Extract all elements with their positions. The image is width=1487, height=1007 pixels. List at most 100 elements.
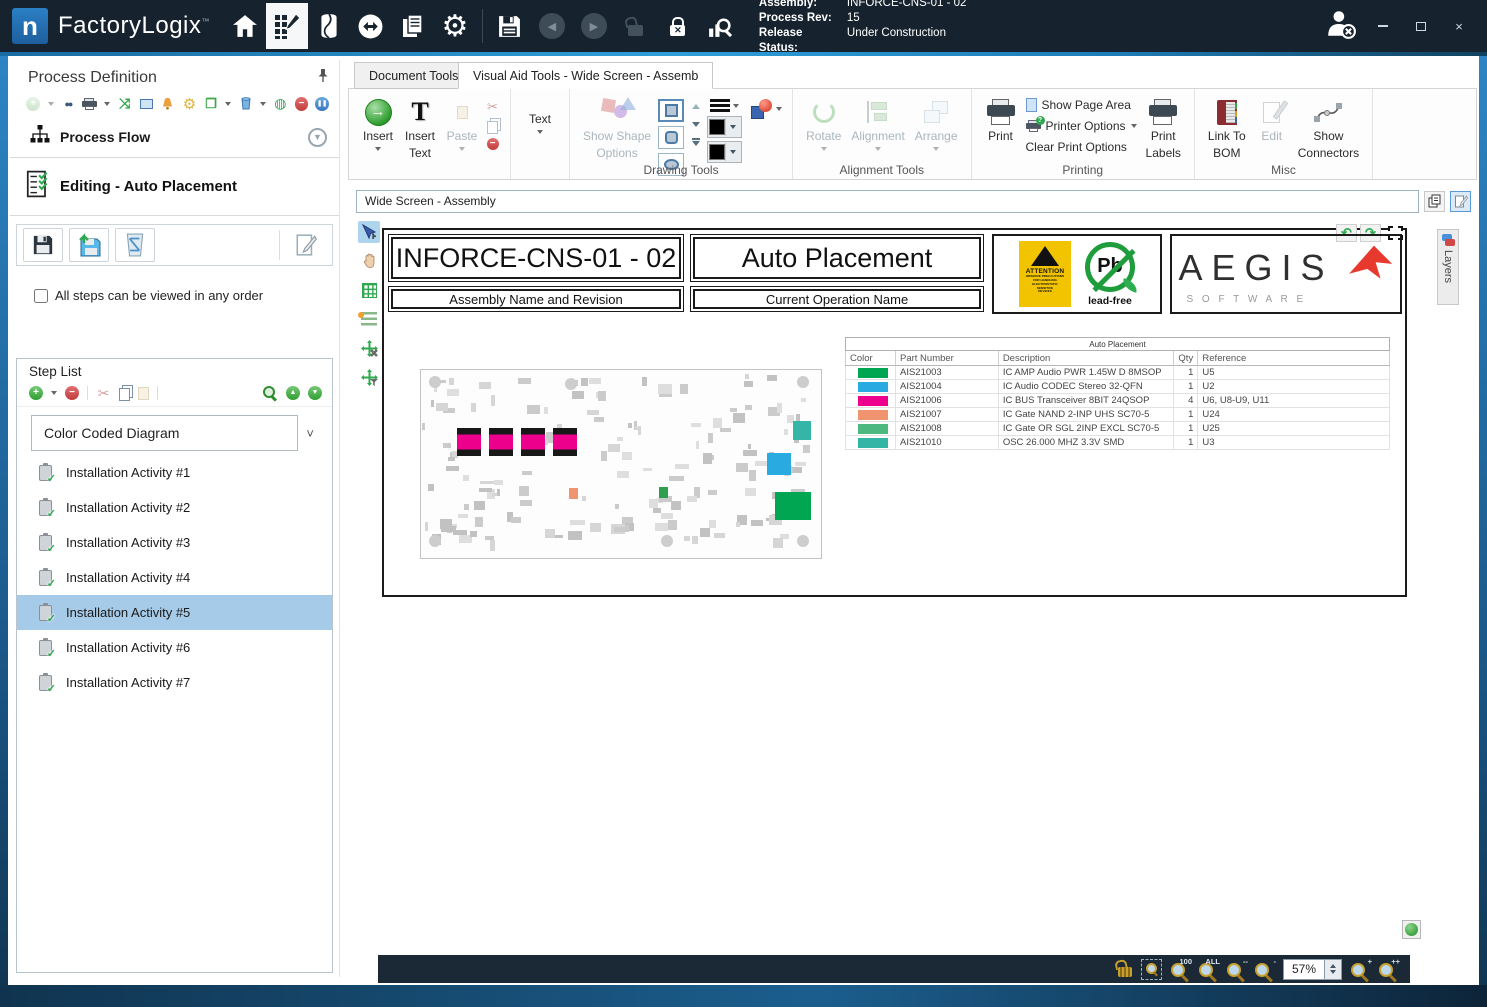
settings-gear-icon[interactable]: ⚙ (434, 3, 476, 49)
zoom-spinner-arrows[interactable] (1325, 959, 1342, 980)
grid-tool-icon[interactable] (358, 279, 380, 301)
shape-style-dropdown[interactable] (750, 99, 782, 119)
maximize-button[interactable] (1409, 16, 1433, 36)
step-list-item[interactable]: Installation Activity #2 (17, 490, 332, 525)
zoom-level-spinner[interactable]: 57% (1283, 959, 1342, 980)
pin-icon[interactable] (317, 68, 329, 88)
insert-button[interactable]: → Insert (357, 95, 399, 153)
rounded-rectangle-shape-button[interactable] (658, 126, 684, 149)
select-move-tool-icon[interactable] (358, 221, 380, 243)
materials-icon[interactable] (308, 3, 350, 49)
pcb-component (470, 531, 477, 538)
show-connectors-button[interactable]: ShowConnectors (1293, 95, 1364, 163)
step-list-item[interactable]: Installation Activity #1 (17, 455, 332, 490)
scroll-down-icon[interactable] (688, 117, 703, 131)
save-step-button[interactable] (23, 228, 63, 262)
zoom-100-icon[interactable]: 100 (1171, 960, 1190, 979)
lock-close-icon[interactable]: ✕ (657, 3, 699, 49)
move-down-icon[interactable]: ▼ (308, 386, 322, 400)
zoom-out-icon[interactable]: - (1255, 960, 1274, 979)
add-step-caret-icon[interactable] (51, 391, 57, 395)
layout-list-tool-icon[interactable] (358, 308, 380, 330)
user-logout-icon[interactable] (1325, 8, 1357, 45)
step-list-item[interactable]: Installation Activity #7 (17, 665, 332, 700)
image-export-caret-icon[interactable] (225, 102, 231, 106)
step-type-dropdown[interactable]: Color Coded Diagram (31, 415, 298, 451)
print-labels-button[interactable]: PrintLabels (1141, 95, 1186, 163)
show-page-area-button[interactable]: Show Page Area (1024, 97, 1133, 113)
print-caret-icon[interactable] (104, 102, 110, 106)
remove-icon[interactable]: − (295, 97, 309, 111)
bell-icon[interactable] (161, 96, 176, 111)
remove-step-icon[interactable]: − (65, 386, 79, 400)
minimize-button[interactable] (1371, 16, 1395, 36)
clear-print-options-button[interactable]: Clear Print Options (1024, 139, 1129, 155)
documents-icon[interactable] (392, 3, 434, 49)
move-cancel-tool-icon[interactable] (358, 337, 380, 359)
close-button[interactable]: × (1447, 16, 1471, 36)
step-list-item[interactable]: Installation Activity #5 (17, 595, 332, 630)
zoom-in-fast-icon[interactable]: ++ (1379, 960, 1398, 979)
move-up-icon[interactable]: ▲ (286, 386, 300, 400)
audit-search-icon[interactable] (699, 3, 741, 49)
chevron-down-icon[interactable]: ˅ (306, 426, 314, 441)
pan-hand-tool-icon[interactable] (358, 250, 380, 272)
step-save-toolbar (16, 224, 333, 266)
discard-button[interactable] (115, 228, 155, 262)
move-filter-tool-icon[interactable] (358, 366, 380, 388)
design-canvas[interactable]: Layers ↶ ↷ INFORCE-CNS-01 - 02 Assembly … (356, 213, 1463, 955)
print-button[interactable]: Print (980, 95, 1022, 146)
line-color-picker[interactable] (707, 116, 742, 138)
home-icon[interactable] (224, 3, 266, 49)
navigator-icon[interactable] (350, 3, 392, 49)
layers-tab[interactable]: Layers (1437, 229, 1459, 305)
tab-document-tools[interactable]: Document Tools (354, 62, 473, 89)
zoom-in-icon[interactable]: + (1351, 960, 1370, 979)
edit-document-button[interactable] (1450, 191, 1471, 212)
insert-text-button[interactable]: T InsertText (399, 95, 441, 163)
refresh-view-button[interactable] (1402, 920, 1421, 939)
zoom-step-icon[interactable] (263, 386, 278, 401)
save-icon[interactable] (489, 3, 531, 49)
image-export-icon[interactable]: ❐ (204, 96, 219, 111)
shuffle-icon[interactable]: ⤨ (117, 96, 132, 111)
document-name-input[interactable] (356, 190, 1419, 213)
process-definition-icon[interactable] (266, 3, 308, 49)
step-list-item[interactable]: Installation Activity #6 (17, 630, 332, 665)
presentation-icon[interactable] (139, 96, 154, 111)
gear-icon[interactable]: ⚙ (182, 96, 197, 111)
line-width-dropdown[interactable] (710, 99, 739, 113)
publish-web-icon[interactable]: ◍ (273, 96, 288, 111)
duplicate-document-button[interactable] (1424, 191, 1445, 212)
search-binoculars-icon[interactable]: ●● (61, 96, 76, 111)
process-flow-row[interactable]: Process Flow ▼ (10, 117, 339, 158)
pause-icon[interactable]: ❚❚ (315, 97, 329, 111)
rectangle-shape-button[interactable] (658, 99, 684, 122)
step-list-item[interactable]: Installation Activity #3 (17, 525, 332, 560)
zoom-lock-icon[interactable] (1118, 967, 1132, 977)
copy-icon[interactable] (119, 388, 130, 401)
scroll-bottom-icon[interactable] (688, 135, 703, 149)
text-button[interactable]: Text (519, 95, 561, 136)
zoom-out-fast-icon[interactable]: -- (1227, 960, 1246, 979)
expand-down-icon[interactable]: ▼ (308, 128, 327, 147)
any-order-checkbox[interactable] (34, 289, 48, 303)
add-step-icon[interactable]: + (29, 386, 43, 400)
save-export-button[interactable] (69, 228, 109, 262)
document-page[interactable]: ↶ ↷ INFORCE-CNS-01 - 02 Assembly Name an… (382, 228, 1407, 597)
fill-color-picker[interactable] (707, 141, 742, 163)
tab-visual-aid-tools[interactable]: Visual Aid Tools - Wide Screen - Assemb (458, 62, 713, 89)
remove-shape-icon[interactable]: − (487, 138, 499, 150)
printer-options-icon: ? (1026, 120, 1041, 132)
zoom-selection-icon[interactable] (1141, 959, 1162, 980)
link-to-bom-button[interactable]: Link ToBOM (1203, 95, 1251, 163)
printer-options-button[interactable]: ?Printer Options (1024, 118, 1139, 134)
step-list-item[interactable]: Installation Activity #4 (17, 560, 332, 595)
zoom-all-icon[interactable]: ALL (1199, 960, 1218, 979)
zoom-level-value[interactable]: 57% (1283, 959, 1325, 980)
edit-notes-button[interactable] (286, 228, 326, 262)
delete-caret-icon[interactable] (260, 102, 266, 106)
delete-bucket-icon[interactable] (238, 96, 253, 111)
print-icon[interactable] (82, 96, 97, 111)
back-icon: ◀ (531, 3, 573, 49)
